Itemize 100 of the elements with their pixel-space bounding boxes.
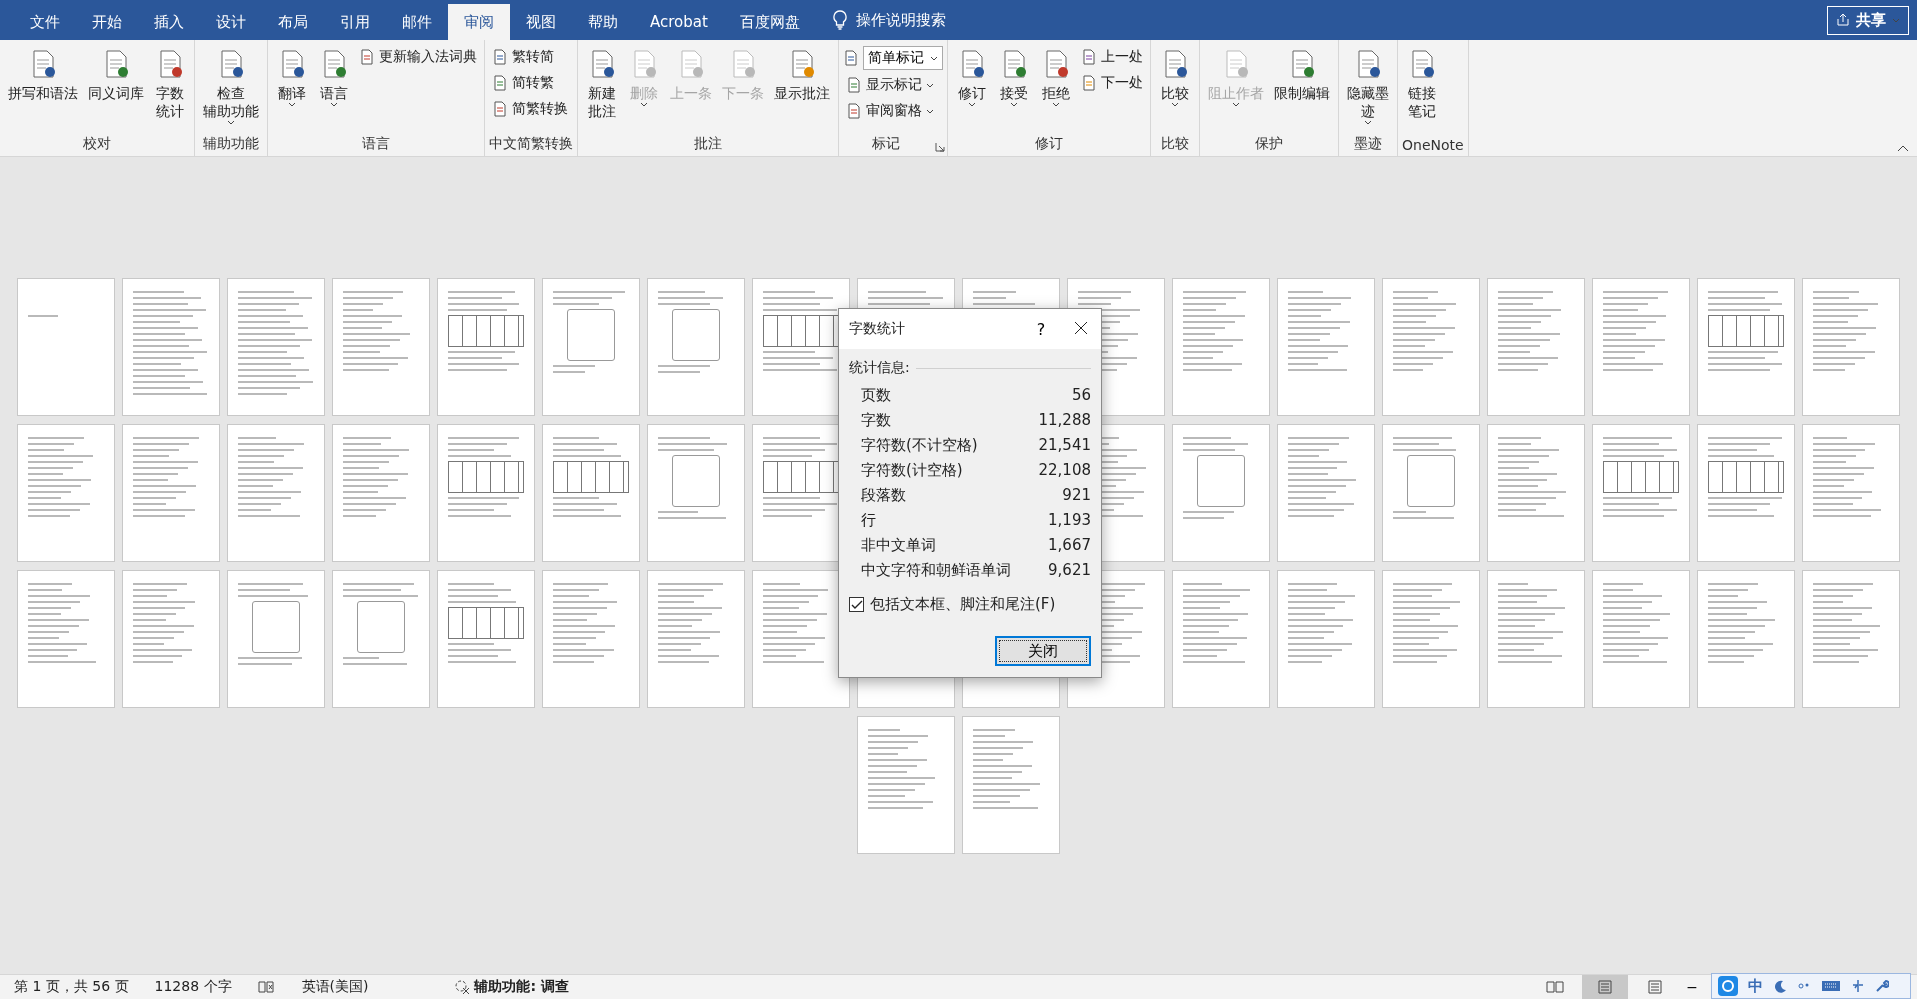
language-indicator[interactable]: 英语(美国) (301, 978, 369, 996)
proofing-icon[interactable] (257, 980, 276, 994)
ribbon-button[interactable]: 简转繁 (489, 72, 571, 94)
checkbox-label[interactable]: 包括文本框、脚注和尾注(F) (870, 595, 1056, 614)
moon-icon[interactable] (1773, 979, 1787, 993)
stat-label: 段落数 (861, 486, 906, 505)
group-label: 比较 (1160, 135, 1190, 153)
section-label: 统计信息: (849, 359, 910, 377)
wrench-icon[interactable] (1875, 979, 1889, 993)
page-count[interactable]: 第 1 页，共 56 页 (14, 978, 129, 996)
stat-label: 中文字符和朝鲜语单词 (861, 561, 1011, 580)
accessibility-icon[interactable] (454, 979, 471, 995)
group-label: OneNote (1402, 137, 1464, 155)
stat-label: 行 (861, 511, 876, 530)
accessibility-status[interactable]: 辅助功能: 调查 (474, 978, 569, 996)
ribbon-tab[interactable]: Acrobat (634, 4, 724, 40)
ribbon-button[interactable]: 修订 (952, 44, 992, 135)
group-label: 校对 (82, 135, 112, 153)
group-label: 标记 (871, 135, 901, 153)
ribbon-button[interactable]: 比较 (1155, 44, 1195, 135)
ribbon-button[interactable]: 下一处 (1078, 72, 1146, 94)
word-count[interactable]: 11288 个字 (154, 978, 232, 996)
group-label: 修订 (1034, 135, 1064, 153)
ribbon-tab[interactable]: 插入 (138, 4, 200, 40)
ribbon-button[interactable]: 字数 统计 (150, 44, 190, 135)
ribbon-button[interactable]: 简繁转换 (489, 98, 571, 120)
stat-value: 9,621 (1048, 561, 1091, 580)
ribbon-button[interactable]: 拒绝 (1036, 44, 1076, 135)
stat-label: 页数 (861, 386, 891, 405)
collapse-ribbon-icon[interactable] (1897, 144, 1909, 152)
stat-value: 56 (1071, 386, 1091, 405)
checkbox[interactable] (849, 597, 864, 612)
stat-label: 字符数(计空格) (861, 461, 963, 480)
group-label: 语言 (361, 135, 391, 153)
ribbon-tab[interactable]: 审阅 (448, 4, 510, 40)
stat-label: 非中文单词 (861, 536, 936, 555)
ribbon-tab[interactable]: 百度网盘 (723, 4, 816, 40)
share-button[interactable]: 共享 (1827, 5, 1909, 35)
close-dialog-button[interactable]: 关闭 (995, 636, 1091, 666)
stat-value: 1,193 (1048, 511, 1091, 530)
group-label: 中文简繁转换 (489, 135, 573, 153)
group-label: 批注 (693, 135, 723, 153)
close-icon (1074, 320, 1088, 335)
ribbon-button[interactable]: 拼写和语法 (4, 44, 82, 135)
view-button[interactable] (1582, 975, 1629, 999)
stat-label: 字符数(不计空格) (861, 436, 978, 455)
group-label: 墨迹 (1353, 135, 1383, 153)
ribbon-button[interactable]: 审阅窗格 (843, 100, 943, 122)
keyboard-icon[interactable] (1821, 979, 1841, 993)
tell-me-search[interactable]: 操作说明搜索 (855, 10, 946, 30)
ribbon-tab[interactable]: 文件 (14, 4, 76, 40)
stat-value: 1,667 (1048, 536, 1091, 555)
ribbon-button[interactable]: 翻译 (272, 44, 312, 135)
ribbon-tab[interactable]: 帮助 (572, 4, 634, 40)
share-icon (1836, 13, 1850, 27)
page-icon (1081, 49, 1097, 65)
ribbon-button[interactable]: 新建 批注 (582, 44, 622, 135)
stat-value: 21,541 (1038, 436, 1091, 455)
group-label: 保护 (1254, 135, 1284, 153)
page-layout-icon (1596, 980, 1615, 994)
ribbon-tab[interactable]: 布局 (262, 4, 324, 40)
ribbon-button[interactable]: 检查 辅助功能 (199, 44, 263, 135)
ribbon-tab[interactable]: 视图 (510, 4, 572, 40)
page-icon (492, 75, 508, 91)
page-icon (492, 101, 508, 117)
ribbon-button[interactable]: 显示标记 (843, 74, 943, 96)
zoom-out-button[interactable]: − (1682, 979, 1702, 995)
ime-logo-icon[interactable] (1718, 976, 1738, 996)
ribbon-button[interactable]: 显示批注 (770, 44, 834, 135)
ribbon-tab[interactable]: 设计 (200, 4, 262, 40)
page-icon (846, 103, 862, 119)
stat-value: 11,288 (1038, 411, 1091, 430)
book-icon (1546, 980, 1565, 994)
ime-mode[interactable]: 中 (1748, 976, 1763, 996)
checkmark-icon (850, 598, 863, 611)
page-icon (1081, 75, 1097, 91)
stat-label: 字数 (861, 411, 891, 430)
ribbon-tab[interactable]: 开始 (76, 4, 138, 40)
page-icon (492, 49, 508, 65)
page-icon (846, 77, 862, 93)
ribbon-button[interactable]: 同义词库 (84, 44, 148, 135)
ribbon-button[interactable]: 繁转简 (489, 46, 571, 68)
ribbon-button[interactable]: 上一处 (1078, 46, 1146, 68)
dialog-title: 字数统计 (849, 320, 906, 338)
ribbon-button[interactable]: 隐藏墨 迹 (1343, 44, 1393, 135)
page-layout-icon (1646, 980, 1665, 994)
dialog-launcher-icon[interactable] (935, 142, 945, 152)
group-label: 辅助功能 (202, 135, 260, 153)
ribbon-button[interactable]: 更新输入法词典 (356, 46, 480, 68)
ribbon-button[interactable]: 限制编辑 (1270, 44, 1334, 135)
ribbon-button[interactable]: 语言 (314, 44, 354, 135)
help-button[interactable]: ? (1021, 309, 1061, 349)
stat-value: 921 (1062, 486, 1091, 505)
ribbon-button[interactable]: 链接 笔记 (1402, 44, 1442, 137)
page-icon (359, 49, 375, 65)
ribbon-button[interactable]: 接受 (994, 44, 1034, 135)
page-icon (843, 50, 859, 66)
markup-dropdown[interactable]: 简单标记 (863, 46, 943, 70)
ribbon-tab[interactable]: 引用 (324, 4, 386, 40)
ribbon-tab[interactable]: 邮件 (386, 4, 448, 40)
